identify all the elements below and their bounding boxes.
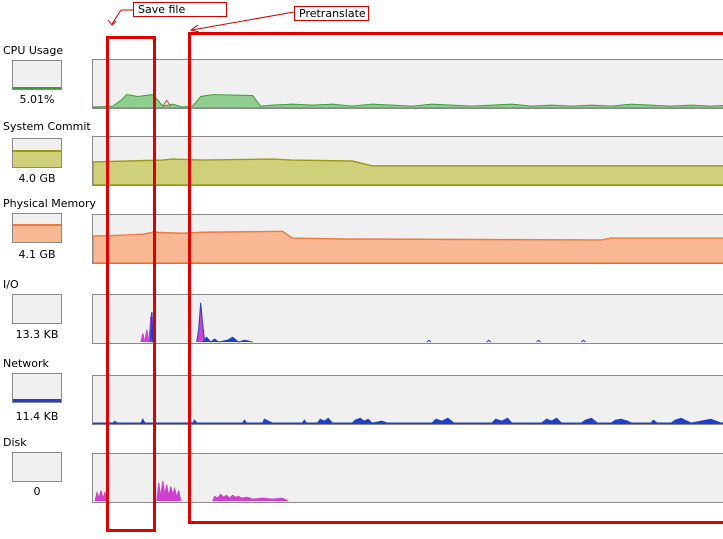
io-label: I/O [3,278,19,291]
pretranslate-arrowhead [189,24,200,33]
memory-thumbnail-fill [13,224,61,242]
pretranslate-label: Pretranslate [299,7,366,20]
disk-label: Disk [3,436,27,449]
physical-memory-value: 4.1 GB [18,248,56,261]
io-chart [140,302,586,343]
network-thumbnail[interactable] [12,373,62,403]
commit-thumbnail-fill [13,150,61,167]
cpu-usage-value: 5.01% [19,93,55,106]
system-commit-graph[interactable] [92,136,723,186]
cpu-usage-thumbnail[interactable] [12,60,62,90]
cpu-usage-chart [93,94,723,108]
cpu-usage-graph[interactable] [92,59,723,109]
network-chart [93,417,723,424]
cpu-thumbnail-fill [13,87,61,89]
save-file-callout: Save file [133,2,227,17]
save-file-arrowhead [107,19,117,26]
io-graph[interactable] [92,294,723,344]
system-commit-value: 4.0 GB [18,172,56,185]
disk-thumbnail[interactable] [12,452,62,482]
network-graph[interactable] [92,375,723,425]
disk-value: 0 [33,485,41,498]
system-commit-chart [93,158,723,185]
physical-memory-graph[interactable] [92,214,723,264]
physical-memory-thumbnail[interactable] [12,213,62,243]
io-value: 13.3 KB [15,328,59,341]
physical-memory-label: Physical Memory [3,197,96,210]
system-commit-thumbnail[interactable] [12,138,62,168]
save-file-label: Save file [138,3,186,16]
system-commit-label: System Commit [3,120,91,133]
io-thumbnail[interactable] [12,294,62,324]
cpu-usage-label: CPU Usage [3,44,64,57]
network-value: 11.4 KB [15,410,59,423]
network-thumbnail-fill [13,399,61,402]
disk-graph[interactable] [92,453,723,503]
disk-chart [94,480,289,502]
pretranslate-callout: Pretranslate [294,6,369,21]
network-label: Network [3,357,49,370]
save-file-arrow [111,9,133,25]
physical-memory-chart [93,230,723,263]
